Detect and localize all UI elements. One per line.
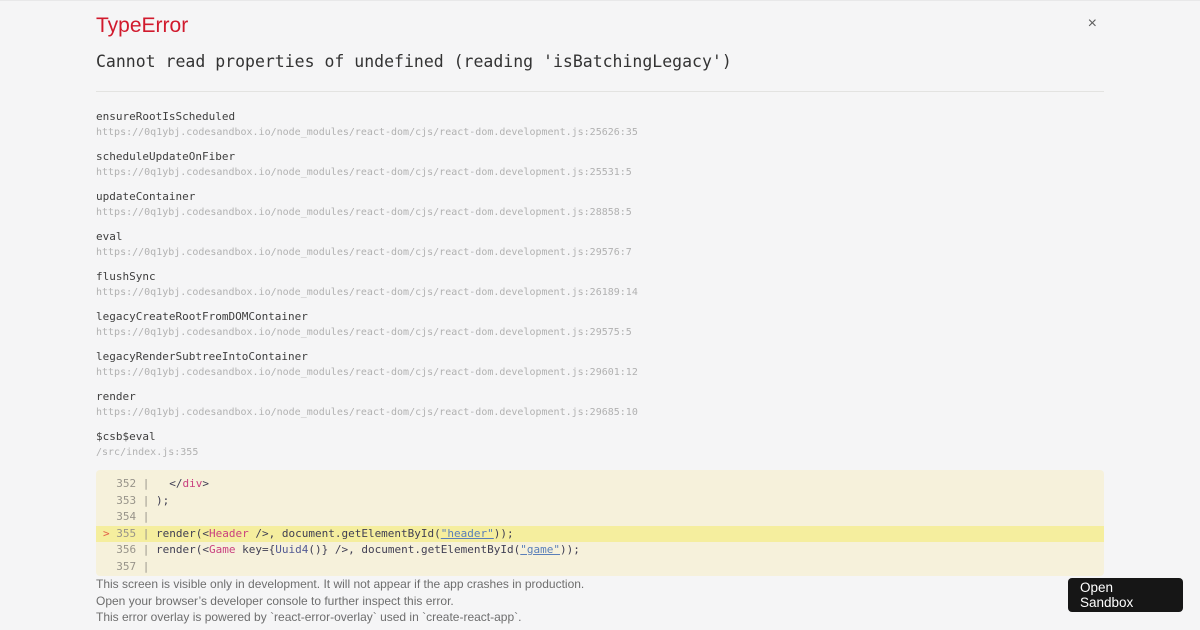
- code-token: />, document.getElementById(: [248, 526, 441, 540]
- code-token: "header": [440, 526, 494, 540]
- code-line-number: 354 |: [116, 510, 156, 523]
- stack-frame-location: https://0q1ybj.codesandbox.io/node_modul…: [96, 287, 638, 298]
- code-token: Header: [208, 526, 249, 540]
- code-line: > 355 | render(<Header />, document.getE…: [96, 525, 1104, 542]
- stack-frame-function: legacyRenderSubtreeIntoContainer: [96, 350, 308, 363]
- footer-line: This screen is visible only in developme…: [96, 577, 585, 591]
- divider: [96, 91, 1104, 92]
- code-line: 354 |: [96, 509, 1104, 526]
- stack-frame-location: https://0q1ybj.codesandbox.io/node_modul…: [96, 127, 638, 138]
- error-message: Cannot read properties of undefined (rea…: [96, 52, 732, 71]
- code-token: Game: [208, 543, 236, 556]
- stack-frame: render https://0q1ybj.codesandbox.io/node…: [96, 390, 1104, 419]
- stack-frame: ensureRootIsScheduled https://0q1ybj.code…: [96, 110, 1104, 139]
- footer-line: This error overlay is powered by `react-…: [96, 610, 522, 624]
- code-token: render(<: [156, 543, 209, 556]
- stack-frame-function: render: [96, 390, 136, 403]
- code-token: key={: [235, 543, 276, 556]
- error-overlay: × TypeError Cannot read properties of un…: [0, 0, 1200, 630]
- stack-frame: legacyRenderSubtreeIntoContainer https://…: [96, 350, 1104, 379]
- stack-frame-function: $csb$eval: [96, 430, 156, 443]
- stack-frame-location: https://0q1ybj.codesandbox.io/node_modul…: [96, 327, 632, 338]
- code-line-number: 353 |: [116, 493, 156, 507]
- code-token: ()} />, document.getElementById(: [308, 543, 521, 556]
- code-token: Uuid4: [275, 543, 309, 556]
- code-line-number: 357 |: [116, 559, 156, 573]
- stack-frame-location: https://0q1ybj.codesandbox.io/node_modul…: [96, 207, 632, 218]
- close-icon[interactable]: ×: [1088, 16, 1097, 32]
- stack-frame: updateContainer https://0q1ybj.codesandbo…: [96, 190, 1104, 219]
- code-token: ));: [560, 543, 580, 556]
- error-title: TypeError: [96, 14, 189, 37]
- code-line-marker: >: [103, 526, 117, 540]
- code-token: render(<: [156, 526, 209, 540]
- code-line: 352 | </div>: [96, 476, 1104, 493]
- code-token: >: [202, 477, 209, 490]
- stack-frame-function: eval: [96, 230, 123, 243]
- open-sandbox-button[interactable]: Open Sandbox: [1068, 578, 1183, 612]
- code-line: 353 | );: [96, 493, 1104, 510]
- stack-frame: flushSync https://0q1ybj.codesandbox.io/n…: [96, 270, 1104, 299]
- code-token: );: [156, 493, 170, 507]
- stack-frame-location: /src/index.js:355: [96, 447, 199, 458]
- code-token: ));: [493, 526, 514, 540]
- stack-frame-function: scheduleUpdateOnFiber: [96, 150, 236, 163]
- stack-frame: $csb$eval/src/index.js:355: [96, 430, 1104, 459]
- stack-frame-location: https://0q1ybj.codesandbox.io/node_modul…: [96, 247, 632, 258]
- stack-frame-location: https://0q1ybj.codesandbox.io/node_modul…: [96, 367, 638, 378]
- stack-frame-function: flushSync: [96, 270, 156, 283]
- code-line-number: 356 |: [116, 543, 156, 556]
- code-line-marker: [103, 560, 116, 573]
- stack-frame-function: ensureRootIsScheduled: [96, 110, 236, 123]
- stack-frame: legacyCreateRootFromDOMContainer https://…: [96, 310, 1104, 339]
- stack-trace: ensureRootIsScheduled https://0q1ybj.code…: [96, 110, 1104, 459]
- code-line-marker: [103, 543, 116, 556]
- code-line-marker: [103, 494, 116, 507]
- code-line: 357 |: [96, 559, 1104, 576]
- stack-frame: scheduleUpdateOnFiber https://0q1ybj.code…: [96, 150, 1104, 179]
- code-line-marker: [103, 477, 116, 490]
- stack-frame-location: https://0q1ybj.codesandbox.io/node_modul…: [96, 167, 632, 178]
- footer-notes: This screen is visible only in developme…: [96, 578, 1104, 624]
- code-frame: 352 | </div> 353 | ); 354 | > 355 | rend…: [96, 470, 1104, 576]
- code-line-marker: [103, 510, 116, 523]
- stack-frame: eval https://0q1ybj.codesandbox.io/node_m…: [96, 230, 1104, 259]
- code-token: "game": [520, 543, 561, 556]
- code-line: 356 | render(<Game key={Uuid4()} />, doc…: [96, 542, 1104, 559]
- footer-line: Open your browser’s developer console to…: [96, 593, 454, 608]
- code-line-number: 355 |: [116, 526, 156, 540]
- stack-frame-location: https://0q1ybj.codesandbox.io/node_modul…: [96, 407, 638, 418]
- code-line-number: 352 |: [116, 477, 156, 490]
- stack-frame-function: legacyCreateRootFromDOMContainer: [96, 310, 308, 323]
- code-token: </: [156, 477, 183, 490]
- code-token: div: [182, 477, 203, 490]
- stack-frame-function: updateContainer: [96, 190, 196, 203]
